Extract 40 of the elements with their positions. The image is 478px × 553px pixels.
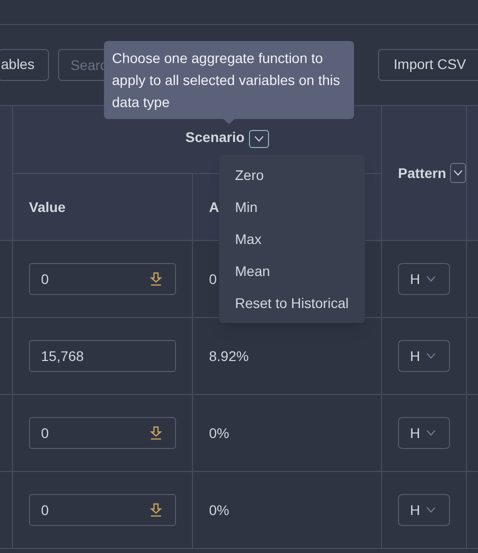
import-csv-button[interactable]: Import CSV xyxy=(378,48,478,80)
menu-item[interactable]: Zero xyxy=(219,159,365,191)
caret-icon xyxy=(426,353,436,359)
pattern-dropdown-button[interactable] xyxy=(450,163,466,183)
download-icon[interactable] xyxy=(150,426,162,440)
value-text: 15,768 xyxy=(41,346,84,366)
tooltip-pointer xyxy=(222,118,236,124)
download-icon[interactable] xyxy=(150,272,162,286)
column-header: Value xyxy=(29,198,66,216)
menu-item[interactable]: Max xyxy=(219,223,365,255)
value-field[interactable]: 15,768 xyxy=(29,340,176,372)
value-field[interactable]: 0 xyxy=(29,494,176,526)
percent-text: 0% xyxy=(209,424,230,442)
pattern-select[interactable]: H xyxy=(398,340,450,372)
pattern-select[interactable]: H xyxy=(398,417,450,449)
tooltip: Choose one aggregate function to apply to all selected variables on this data type xyxy=(104,41,354,119)
caret-icon xyxy=(426,430,436,436)
value-text: 0 xyxy=(41,424,49,442)
pattern-select[interactable]: H xyxy=(398,263,450,295)
percent-text: 0 xyxy=(209,270,217,288)
variables-button[interactable]: ables xyxy=(0,48,50,80)
download-icon[interactable] xyxy=(150,503,162,517)
percent-text: 8.92% xyxy=(209,346,249,366)
percent-text: 0% xyxy=(209,500,230,520)
pattern-header: Pattern xyxy=(398,164,446,182)
pattern-select[interactable]: H xyxy=(398,494,450,526)
menu-item[interactable]: Mean xyxy=(219,255,365,287)
menu-item[interactable]: Reset to Historical xyxy=(219,287,365,319)
caret-icon xyxy=(426,507,436,513)
value-field[interactable]: 0 xyxy=(29,417,176,449)
caret-icon xyxy=(254,136,264,142)
caret-icon xyxy=(426,276,436,282)
scenario-header: Scenario xyxy=(185,128,245,147)
scenario-dropdown-button[interactable] xyxy=(248,130,269,148)
caret-icon xyxy=(453,170,464,176)
value-text: 0 xyxy=(41,270,49,288)
column-header: A xyxy=(209,198,220,216)
value-text: 0 xyxy=(41,500,49,520)
value-field[interactable]: 0 xyxy=(29,263,176,295)
menu-item[interactable]: Min xyxy=(219,191,365,223)
